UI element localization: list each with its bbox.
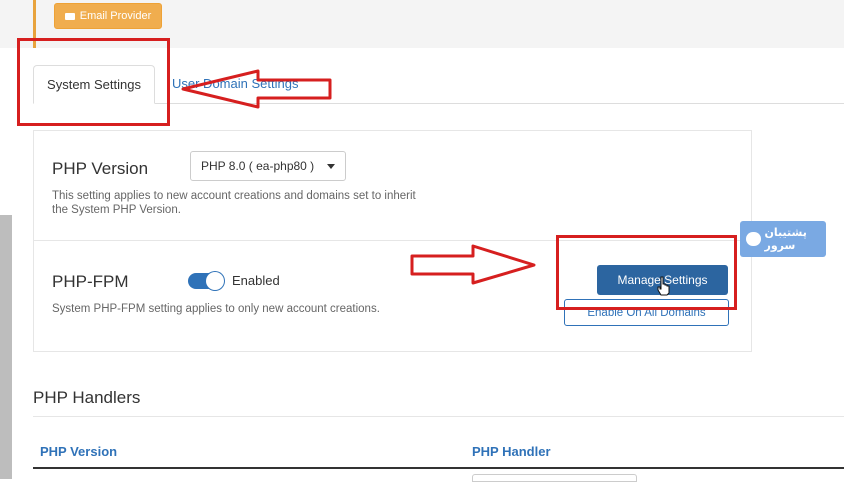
php-version-help: This setting applies to new account crea… xyxy=(52,190,416,216)
column-header-php-handler[interactable]: PHP Handler xyxy=(472,444,551,459)
php-handlers-title: PHP Handlers xyxy=(33,388,141,407)
toggle-knob xyxy=(206,272,224,290)
php-version-select[interactable]: PHP 8.0 ( ea-php80 ) xyxy=(190,151,346,181)
watermark-logo: پشتیبان سرور xyxy=(740,221,826,257)
php-handler-select[interactable] xyxy=(472,474,637,482)
cloud-icon xyxy=(746,232,761,246)
php-fpm-label: PHP-FPM xyxy=(52,272,129,291)
tab-user-domain-settings[interactable]: User Domain Settings xyxy=(172,76,298,91)
php-fpm-toggle-state: Enabled xyxy=(232,273,280,288)
email-provider-button[interactable]: Email Provider xyxy=(54,3,162,29)
annotation-box-system-settings xyxy=(17,38,170,126)
php-fpm-toggle[interactable] xyxy=(188,272,224,290)
php-fpm-help: System PHP-FPM setting applies to only n… xyxy=(52,303,380,315)
scrollbar[interactable] xyxy=(0,215,12,479)
watermark-text: پشتیبان سرور xyxy=(764,227,807,252)
table-header-line xyxy=(33,467,844,469)
php-version-selected: PHP 8.0 ( ea-php80 ) xyxy=(201,159,315,173)
caret-down-icon xyxy=(327,164,335,169)
cursor-hand-icon xyxy=(657,276,670,296)
php-version-label: PHP Version xyxy=(52,159,149,178)
column-header-php-version[interactable]: PHP Version xyxy=(40,444,117,459)
handlers-divider xyxy=(33,416,844,417)
email-provider-label: Email Provider xyxy=(79,10,152,22)
annotation-box-manage-settings xyxy=(556,235,737,310)
envelope-icon xyxy=(64,12,75,20)
